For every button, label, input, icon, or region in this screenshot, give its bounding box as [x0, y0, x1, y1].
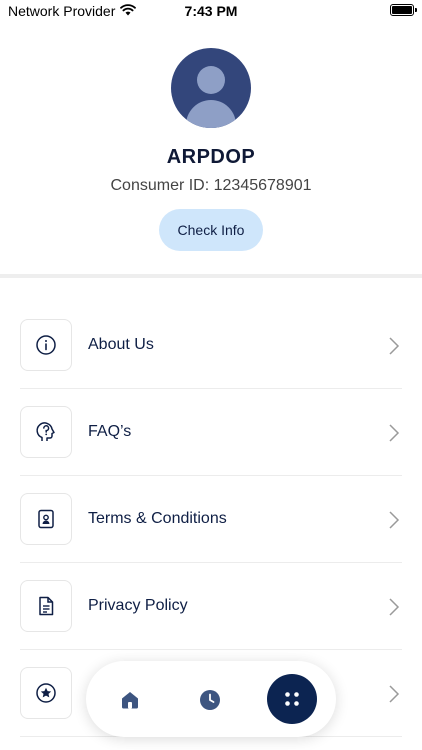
- document-text-icon: [20, 580, 72, 632]
- consumer-id: Consumer ID: 12345678901: [110, 177, 312, 194]
- grid-dots-icon: [285, 692, 299, 706]
- status-bar: Network Provider 7:43 PM: [0, 0, 422, 24]
- chevron-right-icon: [388, 423, 400, 448]
- battery-icon: [390, 4, 417, 16]
- profile-section: ARPDOP Consumer ID: 12345678901 Check In…: [0, 48, 422, 251]
- star-circle-icon: [20, 667, 72, 719]
- check-info-button[interactable]: Check Info: [159, 209, 263, 251]
- menu-item-faqs[interactable]: FAQ’s: [20, 389, 402, 476]
- info-icon: [20, 319, 72, 371]
- menu-item-terms[interactable]: Terms & Conditions: [20, 476, 402, 563]
- question-head-icon: [20, 406, 72, 458]
- menu-item-label: Terms & Conditions: [88, 510, 227, 527]
- nav-home-button[interactable]: [116, 686, 144, 714]
- chevron-right-icon: [388, 684, 400, 709]
- nav-menu-button[interactable]: [267, 674, 317, 724]
- chevron-right-icon: [388, 336, 400, 361]
- menu-item-about-us[interactable]: About Us: [20, 302, 402, 389]
- menu-item-label: About Us: [88, 336, 154, 353]
- chevron-right-icon: [388, 597, 400, 622]
- menu-item-label: FAQ’s: [88, 423, 132, 440]
- profile-name: ARPDOP: [166, 146, 256, 168]
- menu-item-label: Privacy Policy: [88, 597, 188, 614]
- document-user-icon: [20, 493, 72, 545]
- clock-icon: [200, 690, 220, 710]
- status-time: 7:43 PM: [184, 3, 238, 19]
- nav-history-button[interactable]: [196, 686, 224, 714]
- menu-item-privacy[interactable]: Privacy Policy: [20, 563, 402, 650]
- avatar: [171, 48, 251, 128]
- section-divider: [0, 274, 422, 278]
- home-icon: [122, 692, 138, 709]
- chevron-right-icon: [388, 510, 400, 535]
- bottom-nav: [86, 661, 336, 737]
